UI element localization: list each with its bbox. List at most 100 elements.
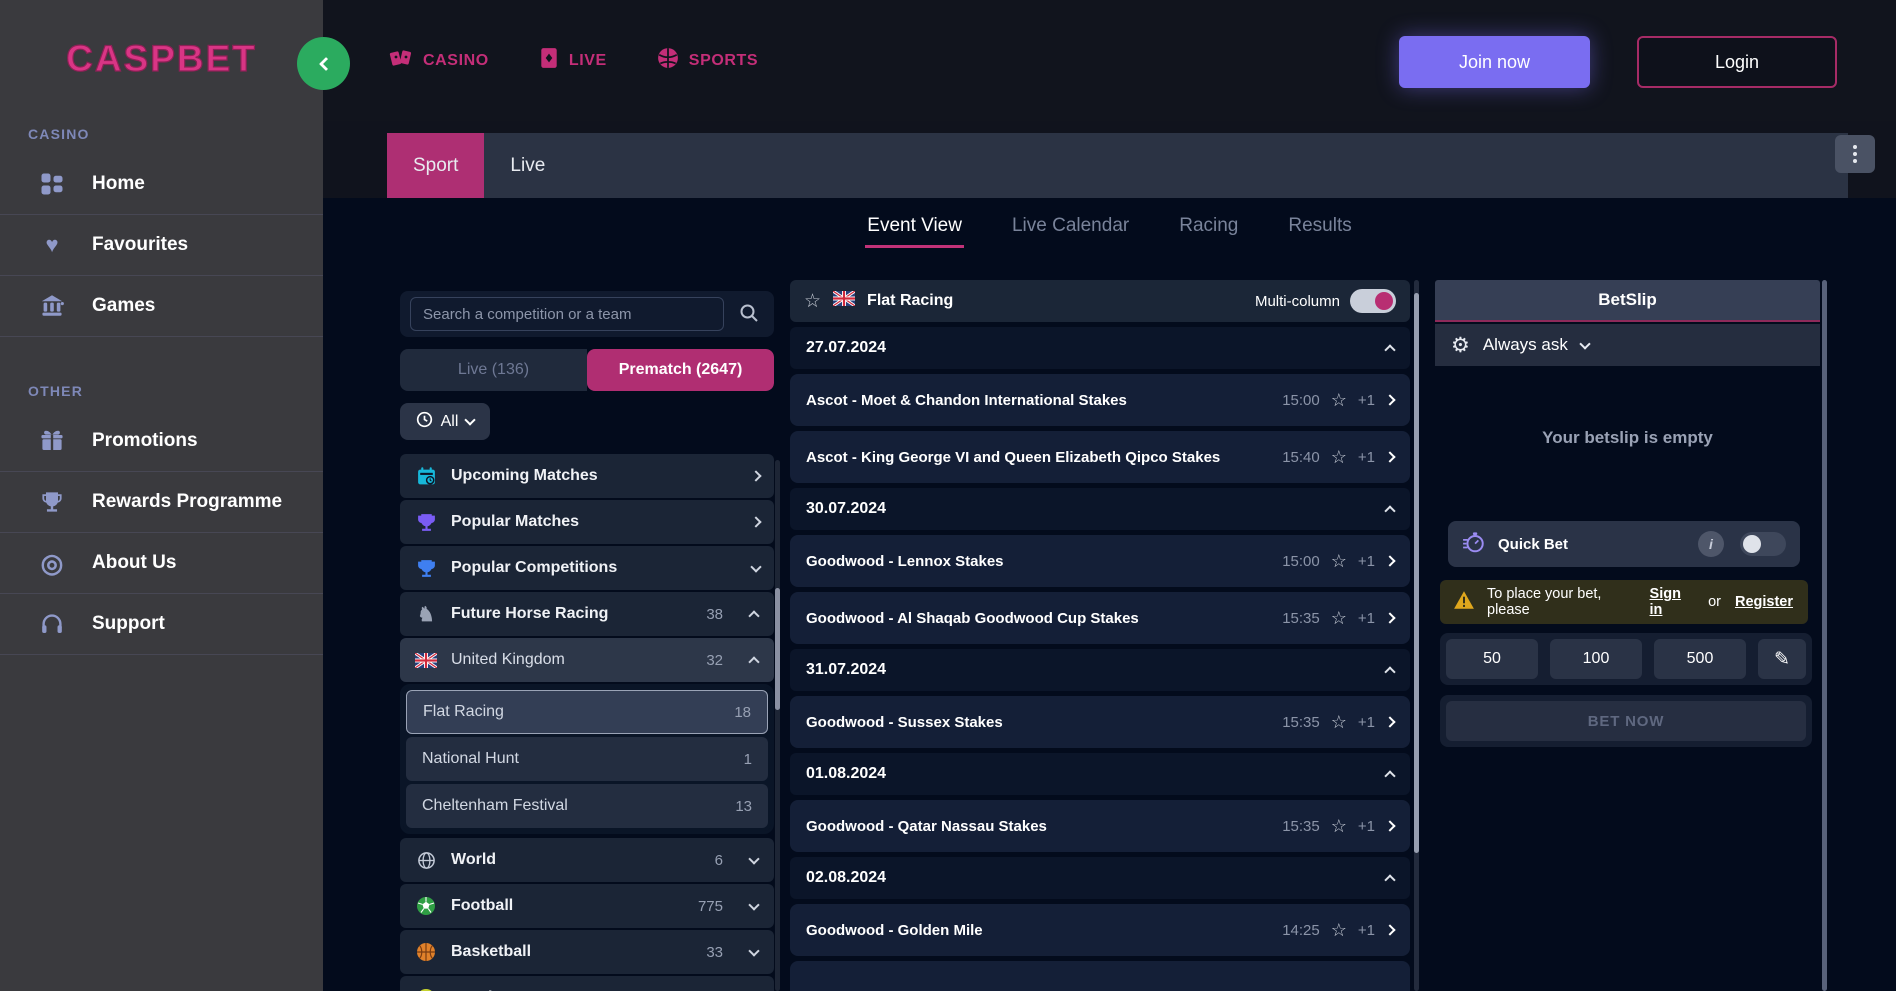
sport-item-football[interactable]: Football 775: [400, 884, 774, 928]
trophy-icon: [38, 490, 66, 514]
menu-item-label: Popular Matches: [451, 513, 579, 531]
sidebar-item-home[interactable]: Home: [0, 154, 323, 215]
subcategory-flat-racing[interactable]: Flat Racing 18: [406, 690, 768, 734]
event-row[interactable]: Goodwood - Al Shaqab Goodwood Cup Stakes…: [790, 592, 1410, 644]
subcategory-national-hunt[interactable]: National Hunt 1: [406, 737, 768, 781]
sidebar-item-about[interactable]: ◎ About Us: [0, 533, 323, 594]
more-markets-count: +1: [1358, 392, 1375, 409]
tab-live[interactable]: Live: [484, 133, 571, 198]
event-row[interactable]: Goodwood - Sussex Stakes 15:35 ☆ +1: [790, 696, 1410, 748]
favourite-star-icon[interactable]: ☆: [804, 290, 821, 313]
sidebar-item-support[interactable]: Support: [0, 594, 323, 655]
date-group-header[interactable]: 27.07.2024: [790, 327, 1410, 369]
sign-in-link[interactable]: Sign in: [1650, 586, 1695, 618]
more-options-button[interactable]: [1835, 135, 1875, 173]
quick-bet-toggle[interactable]: [1740, 532, 1786, 556]
betslip-scrollbar-thumb[interactable]: [1822, 280, 1827, 991]
nav-sports[interactable]: SPORTS: [657, 47, 758, 74]
event-row[interactable]: Ascot - King George VI and Queen Elizabe…: [790, 431, 1410, 483]
menu-item-upcoming-matches[interactable]: Upcoming Matches: [400, 454, 774, 498]
chevron-up-icon: [1384, 344, 1395, 355]
date-label: 27.07.2024: [806, 339, 886, 357]
nav-live[interactable]: LIVE: [539, 47, 607, 74]
date-group-header[interactable]: 02.08.2024: [790, 857, 1410, 899]
date-group-header[interactable]: 30.07.2024: [790, 488, 1410, 530]
favourite-star-icon[interactable]: ☆: [1331, 447, 1347, 468]
menu-item-popular-matches[interactable]: Popular Matches: [400, 500, 774, 544]
chevron-right-icon: [1384, 451, 1395, 462]
sport-item-world[interactable]: World 6: [400, 838, 774, 882]
tab-racing[interactable]: Racing: [1177, 211, 1240, 245]
live-filter-tab[interactable]: Live (136): [400, 349, 587, 391]
event-row-partial[interactable]: [790, 961, 1410, 991]
date-group-header[interactable]: 01.08.2024: [790, 753, 1410, 795]
favourite-star-icon[interactable]: ☆: [1331, 390, 1347, 411]
menu-item-popular-competitions[interactable]: Popular Competitions: [400, 546, 774, 590]
stake-button-50[interactable]: 50: [1446, 639, 1538, 679]
nav-casino[interactable]: CASINO: [389, 47, 489, 74]
favourite-star-icon[interactable]: ☆: [1331, 608, 1347, 629]
bet-now-container: BET NOW: [1440, 695, 1812, 747]
subcategory-count: 1: [744, 751, 752, 768]
trophy-purple-icon: [414, 512, 438, 533]
subcategory-cheltenham-festival[interactable]: Cheltenham Festival 13: [406, 784, 768, 828]
multi-column-toggle[interactable]: [1350, 289, 1396, 313]
event-row[interactable]: Goodwood - Qatar Nassau Stakes 15:35 ☆ +…: [790, 800, 1410, 852]
subcategory-count: 18: [734, 704, 751, 721]
tab-sport[interactable]: Sport: [387, 133, 484, 198]
tab-event-view[interactable]: Event View: [865, 211, 964, 248]
auth-buttons: Join now Login: [1399, 36, 1837, 88]
favourite-star-icon[interactable]: ☆: [1331, 816, 1347, 837]
sidebar-item-rewards[interactable]: Rewards Programme: [0, 472, 323, 533]
favourite-star-icon[interactable]: ☆: [1331, 551, 1347, 572]
edit-stake-button[interactable]: ✎: [1758, 639, 1806, 679]
stake-button-500[interactable]: 500: [1654, 639, 1746, 679]
tab-results[interactable]: Results: [1286, 211, 1353, 245]
sidebar-item-favourites[interactable]: ♥ Favourites: [0, 215, 323, 276]
bet-now-button[interactable]: BET NOW: [1446, 701, 1806, 741]
stake-button-100[interactable]: 100: [1550, 639, 1642, 679]
menu-item-label: Future Horse Racing: [451, 605, 608, 623]
event-name: Goodwood - Sussex Stakes: [806, 714, 1003, 731]
event-row[interactable]: Goodwood - Golden Mile 14:25 ☆ +1: [790, 904, 1410, 956]
top-navigation: CASINO LIVE SPORTS: [389, 0, 758, 121]
search-button[interactable]: [732, 297, 766, 331]
search-input[interactable]: [410, 297, 724, 331]
favourite-star-icon[interactable]: ☆: [1331, 920, 1347, 941]
date-group-header[interactable]: 31.07.2024: [790, 649, 1410, 691]
chevron-up-icon: [748, 610, 759, 621]
competitions-scrollbar-track[interactable]: [775, 460, 780, 991]
sidebar-item-label: Promotions: [92, 430, 198, 452]
register-link[interactable]: Register: [1735, 594, 1793, 610]
event-name: Ascot - Moet & Chandon International Sta…: [806, 392, 1127, 409]
ball-icon: [657, 47, 679, 74]
nav-label: LIVE: [569, 52, 607, 70]
sidebar-item-label: Home: [92, 173, 145, 195]
time-filter-dropdown[interactable]: All: [400, 403, 490, 440]
events-scrollbar-thumb[interactable]: [1414, 293, 1419, 853]
sport-item-tennis[interactable]: Tennis 533: [400, 976, 774, 991]
tab-live-calendar[interactable]: Live Calendar: [1010, 211, 1131, 245]
login-button[interactable]: Login: [1637, 36, 1837, 88]
globe-icon: [414, 851, 438, 870]
event-name: Goodwood - Golden Mile: [806, 922, 983, 939]
chevron-right-icon: [1384, 716, 1395, 727]
join-now-button[interactable]: Join now: [1399, 36, 1590, 88]
menu-item-future-horse-racing[interactable]: ♞ Future Horse Racing 38: [400, 592, 774, 636]
event-row[interactable]: Ascot - Moet & Chandon International Sta…: [790, 374, 1410, 426]
warning-icon: [1453, 590, 1475, 614]
sidebar-item-promotions[interactable]: Promotions: [0, 411, 323, 472]
main-content: Event View Live Calendar Racing Results …: [323, 198, 1896, 991]
sidebar-item-games[interactable]: Games: [0, 276, 323, 337]
competitions-scrollbar-thumb[interactable]: [775, 588, 780, 710]
subcategory-group: Flat Racing 18 National Hunt 1 Cheltenha…: [400, 684, 774, 834]
sidebar-collapse-button[interactable]: [297, 37, 350, 90]
info-icon[interactable]: i: [1698, 531, 1724, 557]
betslip-settings-dropdown[interactable]: ⚙ Always ask: [1435, 324, 1820, 366]
event-time: 15:35: [1282, 610, 1320, 627]
menu-item-united-kingdom[interactable]: United Kingdom 32: [400, 638, 774, 682]
prematch-filter-tab[interactable]: Prematch (2647): [587, 349, 774, 391]
favourite-star-icon[interactable]: ☆: [1331, 712, 1347, 733]
sport-item-basketball[interactable]: Basketball 33: [400, 930, 774, 974]
event-row[interactable]: Goodwood - Lennox Stakes 15:00 ☆ +1: [790, 535, 1410, 587]
